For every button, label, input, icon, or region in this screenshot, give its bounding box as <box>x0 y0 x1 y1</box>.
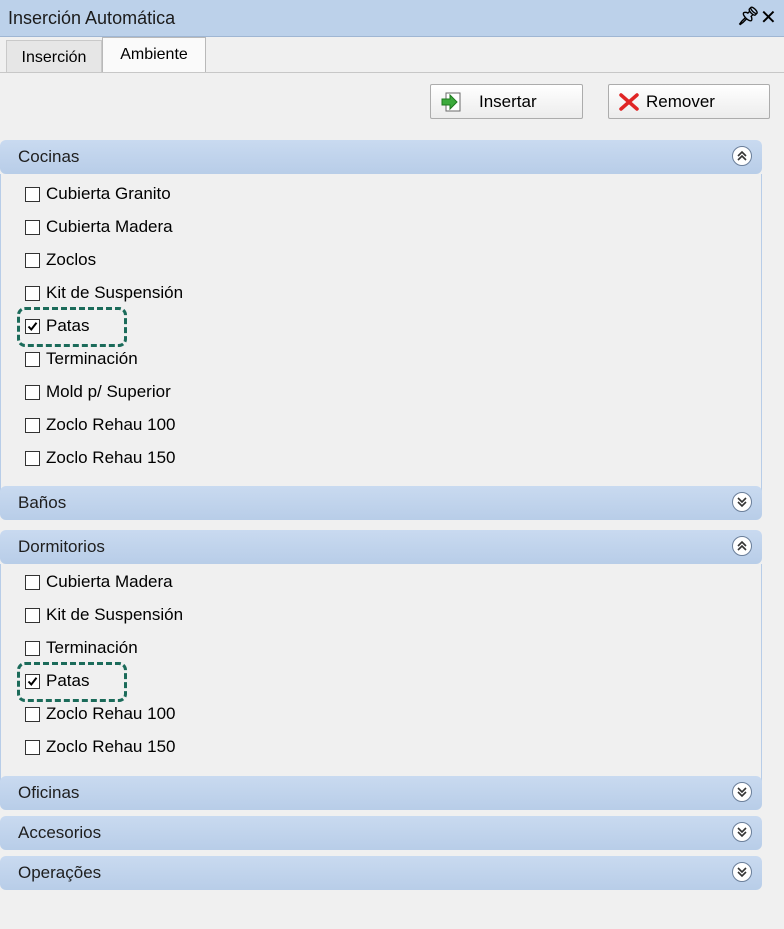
checkbox-unchecked[interactable] <box>25 641 40 656</box>
insert-button[interactable]: Insertar <box>430 84 583 119</box>
checkbox-label: Cubierta Madera <box>46 217 173 236</box>
remove-x-icon <box>619 93 639 111</box>
panel-title: Baños <box>18 493 67 512</box>
checkbox-label: Cubierta Granito <box>46 184 171 203</box>
checkbox-label: Zoclos <box>46 250 97 269</box>
insert-button-label: Insertar <box>479 92 537 111</box>
checkbox-unchecked[interactable] <box>25 220 40 235</box>
checkbox-label: Zoclo Rehau 150 <box>46 737 176 756</box>
window-title: Inserción Automática <box>8 8 176 28</box>
checkbox-unchecked[interactable] <box>25 385 40 400</box>
close-icon[interactable]: ✕ <box>760 5 777 30</box>
panel-header-operacoes[interactable]: Operações <box>0 856 762 890</box>
checkbox-label: Kit de Suspensión <box>46 283 184 302</box>
panel-header-dormitorios[interactable]: Dormitorios <box>0 530 762 564</box>
checkbox-unchecked[interactable] <box>25 608 40 623</box>
checkbox-label: Zoclo Rehau 100 <box>46 415 176 434</box>
collapse-chevron-icon[interactable] <box>732 146 752 166</box>
tab-strip: Inserción Ambiente <box>0 37 784 73</box>
checkbox-label: Terminación <box>46 638 138 657</box>
panel-header-banos[interactable]: Baños <box>0 486 762 520</box>
highlight-annotation <box>17 307 127 347</box>
expand-chevron-icon[interactable] <box>732 492 752 512</box>
expand-chevron-icon[interactable] <box>732 822 752 842</box>
panel-header-cocinas[interactable]: Cocinas <box>0 140 762 174</box>
checkbox-unchecked[interactable] <box>25 187 40 202</box>
checkbox-label: Cubierta Madera <box>46 572 173 591</box>
panel-title: Accesorios <box>18 823 102 842</box>
checkbox-label: Zoclo Rehau 100 <box>46 704 176 723</box>
checkbox-unchecked[interactable] <box>25 253 40 268</box>
tab-divider <box>0 72 784 73</box>
checkbox-unchecked[interactable] <box>25 575 40 590</box>
panel-title: Oficinas <box>18 783 80 802</box>
pin-icon[interactable]: 📌︎ <box>737 6 760 27</box>
expand-chevron-icon[interactable] <box>732 862 752 882</box>
highlight-annotation <box>17 662 127 702</box>
checkbox-label: Terminación <box>46 349 138 368</box>
title-bar: Inserción Automática 📌︎ ✕ <box>0 0 784 37</box>
checkbox-label: Zoclo Rehau 150 <box>46 448 176 467</box>
remove-button[interactable]: Remover <box>608 84 770 119</box>
panel-title: Dormitorios <box>18 537 105 556</box>
checkbox-label: Mold p/ Superior <box>46 382 171 401</box>
panel-title: Operações <box>18 863 102 882</box>
checkbox-label: Kit de Suspensión <box>46 605 184 624</box>
checkbox-unchecked[interactable] <box>25 418 40 433</box>
checkbox-unchecked[interactable] <box>25 451 40 466</box>
insert-arrow-icon <box>441 92 461 112</box>
panel-header-oficinas[interactable]: Oficinas <box>0 776 762 810</box>
tab-ambiente[interactable]: Ambiente <box>102 37 206 72</box>
tab-insercion[interactable]: Inserción <box>6 40 102 73</box>
remove-button-label: Remover <box>646 92 715 111</box>
checkbox-unchecked[interactable] <box>25 286 40 301</box>
checkbox-unchecked[interactable] <box>25 352 40 367</box>
panel-title: Cocinas <box>18 147 80 166</box>
collapse-chevron-icon[interactable] <box>732 536 752 556</box>
checkbox-unchecked[interactable] <box>25 707 40 722</box>
checkbox-unchecked[interactable] <box>25 740 40 755</box>
expand-chevron-icon[interactable] <box>732 782 752 802</box>
panel-header-accesorios[interactable]: Accesorios <box>0 816 762 850</box>
